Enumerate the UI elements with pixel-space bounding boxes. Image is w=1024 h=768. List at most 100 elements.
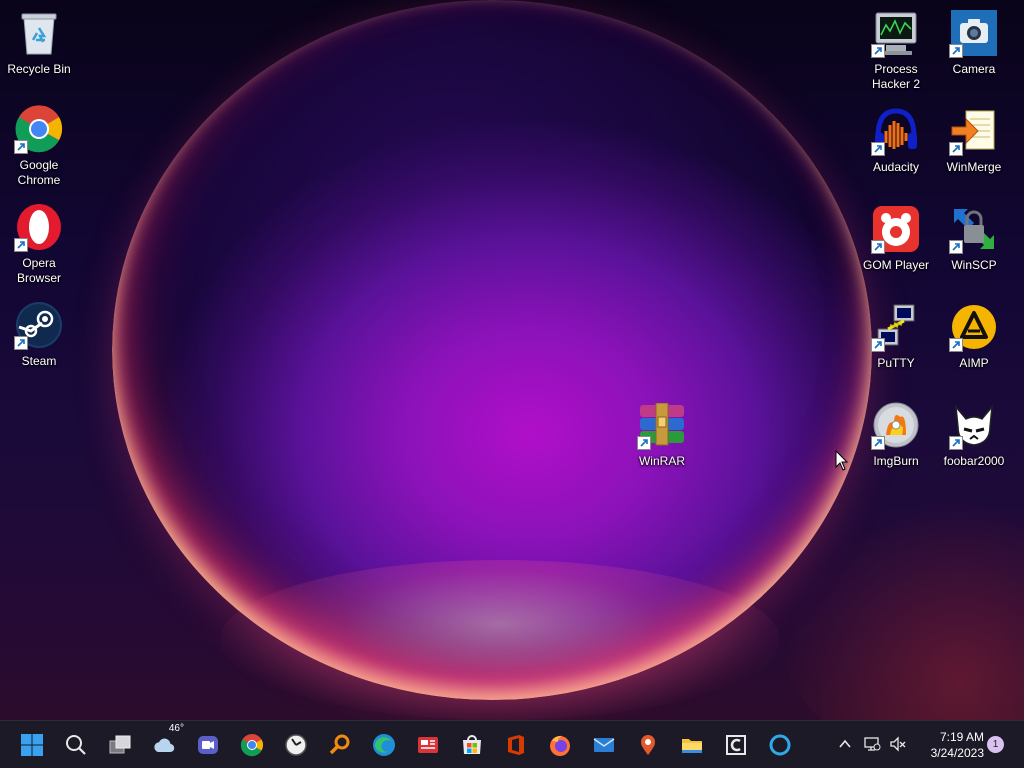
desktop-icon-label: WinRAR [638,454,685,468]
office-icon [508,735,524,755]
desktop-icon-gom-player[interactable]: GOM Player [858,204,934,273]
taskbar-clock[interactable]: 7:19 AM 3/24/2023 [916,729,984,761]
desktop-icon-audacity[interactable]: Audacity [858,106,934,175]
store-icon [463,735,481,754]
taskbar-news-button[interactable] [410,727,446,763]
news-icon [418,737,438,753]
desktop-icon-label: Process Hacker 2 [871,62,921,91]
wallpaper-corner-glow [780,500,1024,720]
shortcut-arrow-icon [949,240,963,254]
winrar-icon [637,400,687,450]
shortcut-arrow-icon [14,140,28,154]
desktop-icon-label: AIMP [959,356,989,370]
shortcut-arrow-icon [14,238,28,252]
taskbar: 46° 7:19 AM 3/24/2023 [0,720,1024,768]
desktop-icon-opera-browser[interactable]: Opera Browser [1,202,77,286]
taskbar-search-button[interactable] [58,727,94,763]
desktop-icon-label: Google Chrome [17,158,61,187]
chrome-icon [240,734,263,757]
shortcut-arrow-icon [637,436,651,450]
taskbar-ccleaner-button[interactable] [718,727,754,763]
taskbar-meet-button[interactable] [190,727,226,763]
shortcut-arrow-icon [949,44,963,58]
desktop-icon-process-hacker[interactable]: Process Hacker 2 [858,8,934,92]
desktop-icon-label: GOM Player [862,258,929,272]
desktop-icon-label: ImgBurn [873,454,919,468]
maps-icon [641,735,655,755]
shortcut-arrow-icon [871,142,885,156]
notification-badge[interactable]: 1 [987,736,1004,753]
task-view-icon [109,735,131,754]
desktop-icon-putty[interactable]: PuTTY [858,302,934,371]
taskbar-search-app-button[interactable] [322,727,358,763]
chevron-up-icon [839,739,851,748]
edge-icon [373,734,395,756]
weather-temperature: 46° [168,723,184,734]
taskbar-store-button[interactable] [454,727,490,763]
clock-time: 7:19 AM [939,730,984,744]
volume-tray-button[interactable] [887,733,909,755]
steam-icon [14,300,64,350]
desktop-icon-recycle-bin[interactable]: Recycle Bin [1,8,77,77]
desktop-icon-label: Opera Browser [16,256,61,285]
desktop-icon-label: Camera [952,62,996,76]
weather-icon [154,738,175,753]
opera-icon [14,202,64,252]
desktop-icon-winmerge[interactable]: WinMerge [936,106,1012,175]
show-hidden-icons-button[interactable] [834,733,856,755]
putty-icon [871,302,921,352]
cortana-icon [769,734,791,756]
process-hacker-icon [871,8,921,58]
aimp-icon [949,302,999,352]
audacity-icon [871,106,921,156]
volume-muted-icon [890,736,906,752]
network-icon [864,737,881,751]
shortcut-arrow-icon [949,436,963,450]
winscp-icon [949,204,999,254]
shortcut-arrow-icon [871,44,885,58]
desktop-icon-label: WinMerge [946,160,1002,174]
taskbar-chrome-button[interactable] [234,727,270,763]
task-view-button[interactable] [102,727,138,763]
taskbar-file-explorer-button[interactable] [674,727,710,763]
desktop-icon-aimp[interactable]: AIMP [936,302,1012,371]
search-app-icon [329,734,350,755]
desktop-icon-steam[interactable]: Steam [1,300,77,369]
desktop-icon-winrar[interactable]: WinRAR [624,400,700,469]
taskbar-edge-button[interactable] [366,727,402,763]
shortcut-arrow-icon [949,142,963,156]
mail-icon [593,738,615,752]
start-button[interactable] [14,727,50,763]
firefox-icon [550,735,570,756]
shortcut-arrow-icon [949,338,963,352]
ccleaner-icon [726,735,746,755]
desktop-icon-label: PuTTY [877,356,915,370]
mouse-cursor-icon [835,450,849,471]
desktop-icon-camera[interactable]: Camera [936,8,1012,77]
desktop-icon-label: Audacity [872,160,920,174]
desktop-icon-winscp[interactable]: WinSCP [936,204,1012,273]
taskbar-firefox-button[interactable] [542,727,578,763]
taskbar-cortana-button[interactable] [762,727,798,763]
winmerge-icon [949,106,999,156]
desktop-icon-label: Recycle Bin [7,62,71,76]
taskbar-mail-button[interactable] [586,727,622,763]
chrome-icon [14,104,64,154]
desktop-icon-foobar2000[interactable]: foobar2000 [936,400,1012,469]
file-explorer-icon [682,739,702,753]
desktop-icon-google-chrome[interactable]: Google Chrome [1,104,77,188]
weather-widget-button[interactable]: 46° [146,723,184,763]
shortcut-arrow-icon [14,336,28,350]
shortcut-arrow-icon [871,436,885,450]
network-tray-button[interactable] [861,733,883,755]
desktop-icon-label: foobar2000 [943,454,1005,468]
foobar2000-icon [949,400,999,450]
imgburn-icon [871,400,921,450]
wallpaper-glow [220,560,780,720]
taskbar-office-button[interactable] [498,727,534,763]
taskbar-clock-app-button[interactable] [278,727,314,763]
shortcut-arrow-icon [871,240,885,254]
desktop-icon-imgburn[interactable]: ImgBurn [858,400,934,469]
clock-app-icon [285,734,307,756]
taskbar-maps-button[interactable] [630,727,666,763]
